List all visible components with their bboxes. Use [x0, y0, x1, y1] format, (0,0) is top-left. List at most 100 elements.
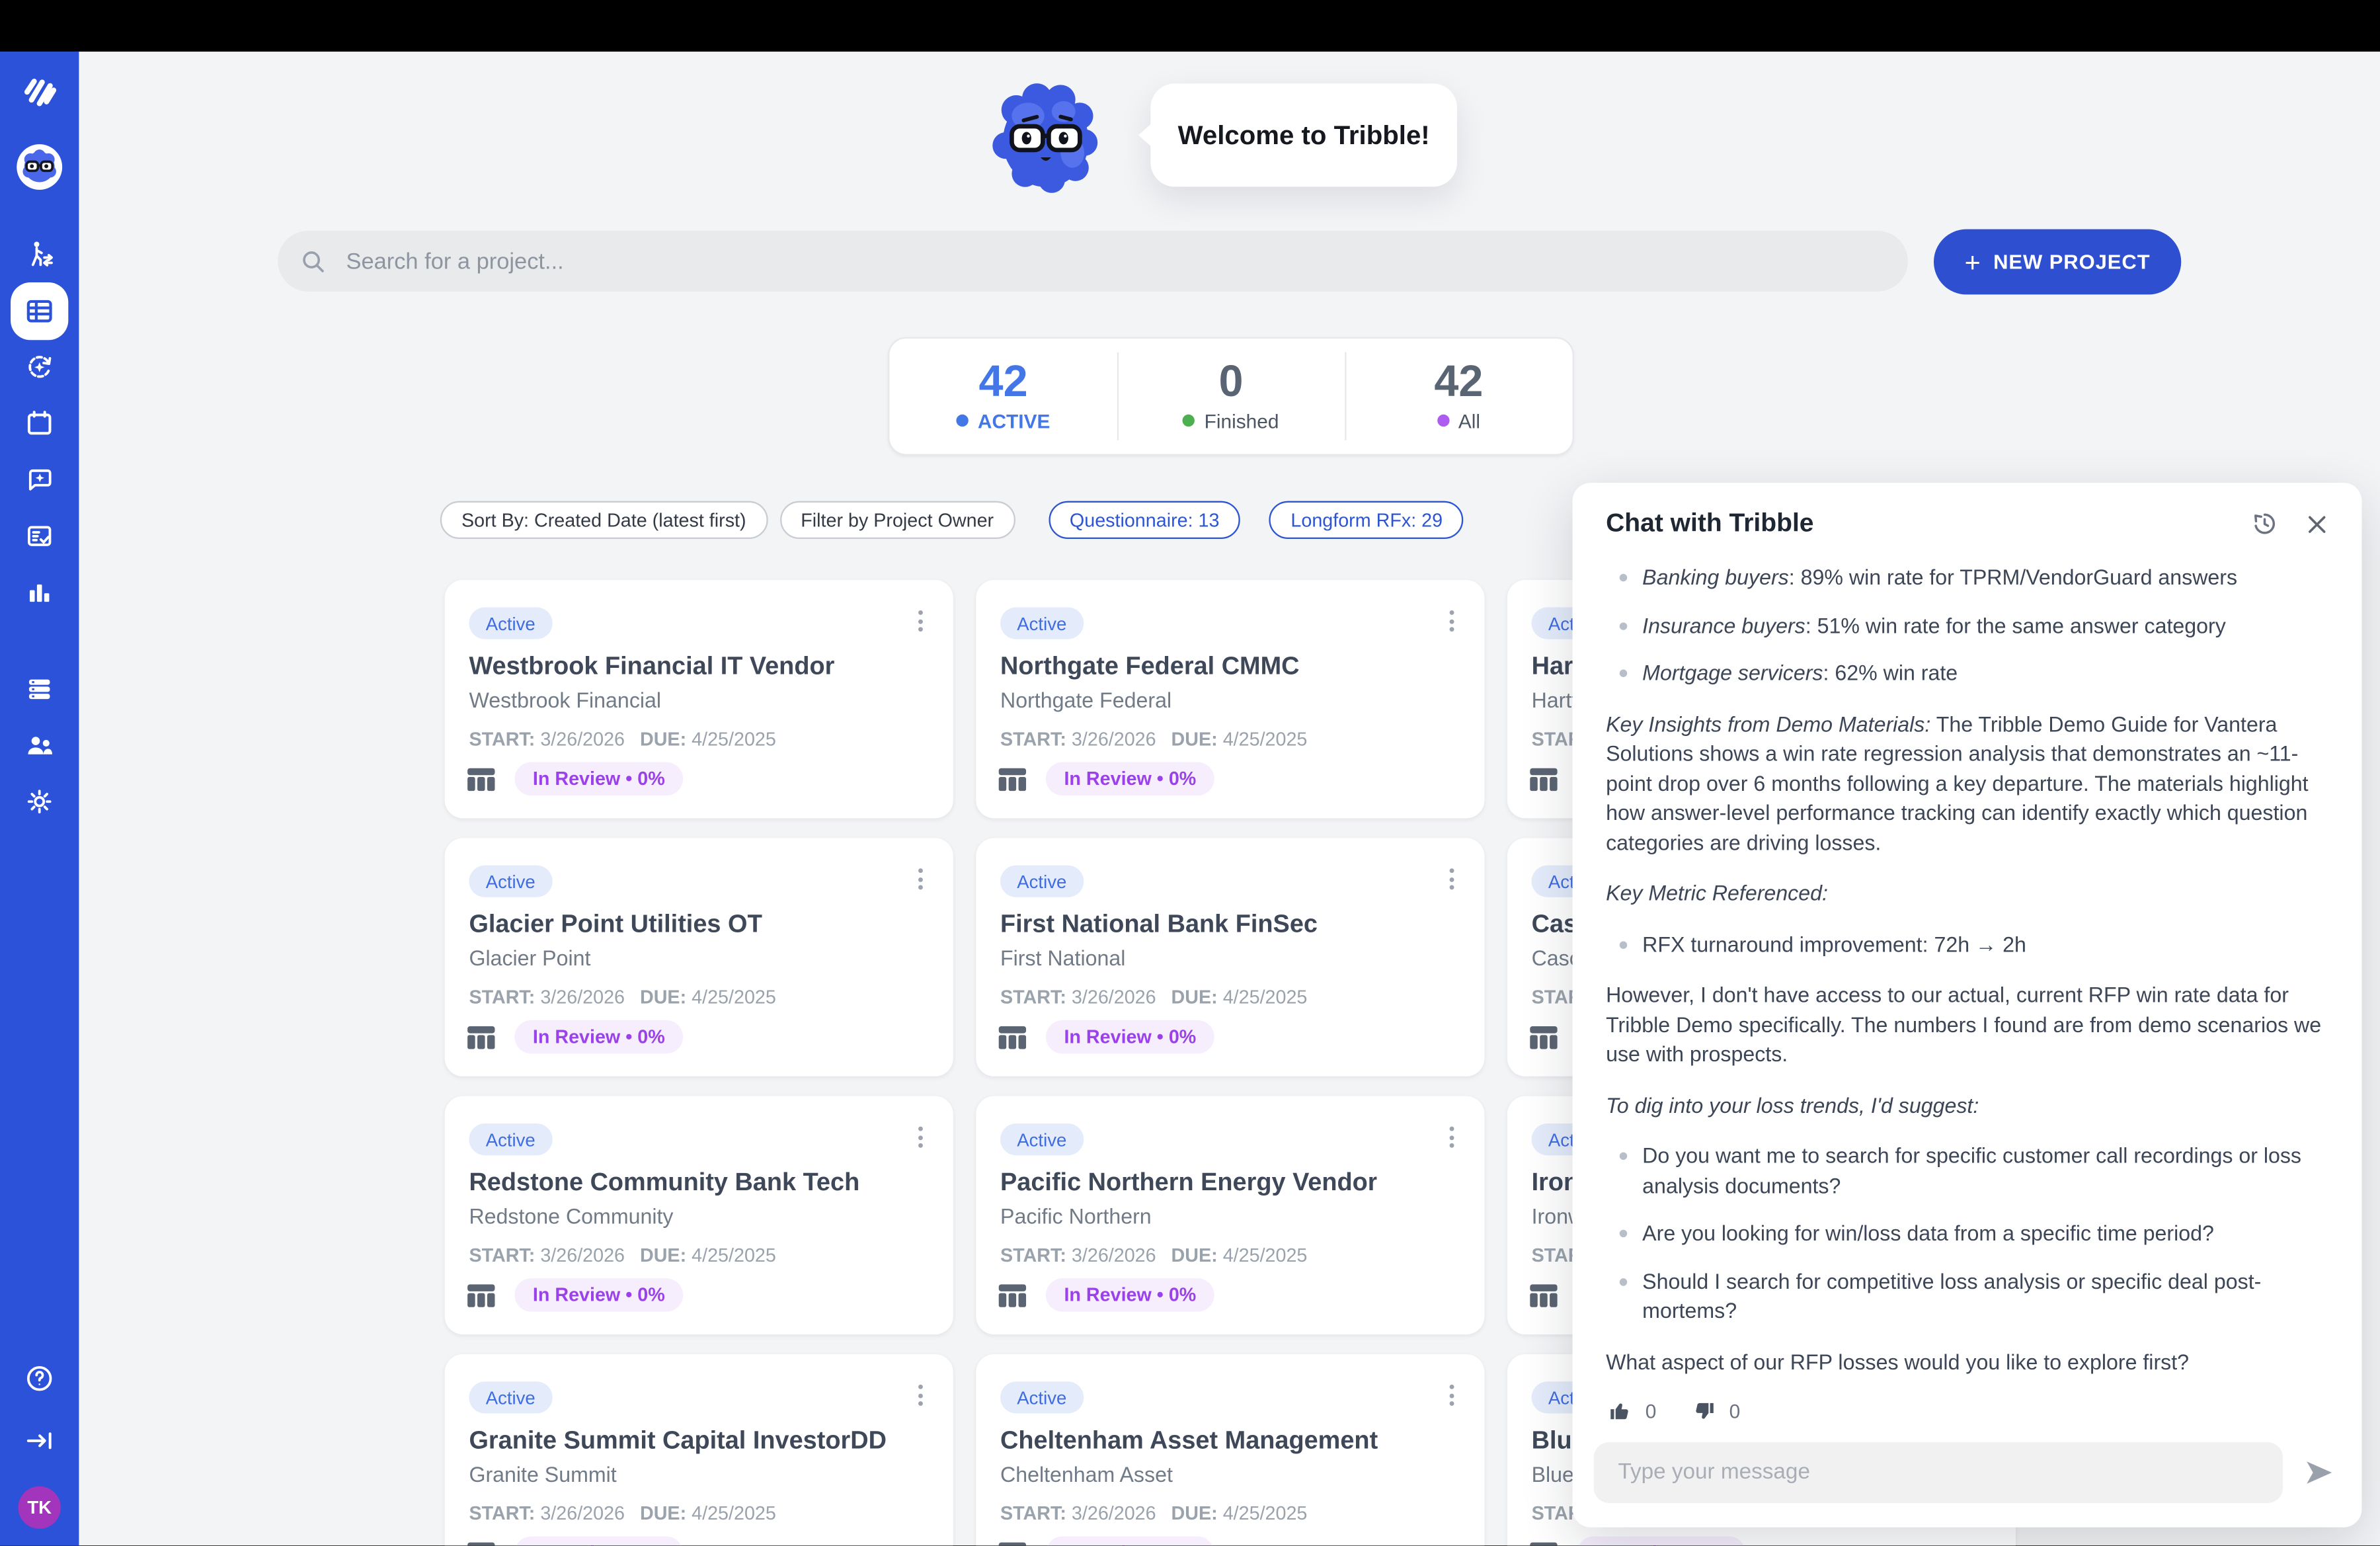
sidebar-item-chat-sparkle-icon[interactable] — [22, 463, 56, 497]
card-footer: In Review • 0% — [997, 762, 1214, 796]
project-title: Northgate Federal CMMC — [1000, 653, 1300, 682]
chat-bullet: Should I search for competitive loss ana… — [1606, 1267, 2322, 1326]
sidebar-item-gear-icon[interactable] — [22, 785, 56, 819]
stat-finished-label: Finished — [1183, 409, 1279, 432]
card-footer: In Review • 0% — [1528, 1536, 1745, 1545]
kebab-menu-icon[interactable] — [904, 1120, 935, 1154]
card-footer: In Review • 0% — [997, 1536, 1214, 1545]
help-icon[interactable] — [22, 1362, 56, 1396]
project-card[interactable]: Active Granite Summit Capital InvestorDD… — [445, 1354, 953, 1546]
project-card[interactable]: Active Redstone Community Bank Tech Reds… — [445, 1096, 953, 1334]
table-icon — [466, 1282, 496, 1308]
project-title: Pacific Northern Energy Vendor — [1000, 1169, 1378, 1198]
chat-bullet: Do you want me to search for specific cu… — [1606, 1142, 2322, 1201]
kebab-menu-icon[interactable] — [904, 1379, 935, 1412]
sidebar: TK — [0, 52, 79, 1546]
logout-icon[interactable] — [22, 1424, 56, 1458]
sidebar-item-handoff-walk-icon[interactable] — [22, 238, 56, 272]
table-icon — [997, 1540, 1027, 1546]
status-badge: Active — [1000, 1381, 1084, 1413]
project-subtitle: Westbrook Financial — [469, 688, 661, 712]
questionnaire-chip[interactable]: Questionnaire: 13 — [1049, 501, 1241, 539]
sidebar-nav — [11, 238, 68, 818]
table-icon — [997, 766, 1027, 792]
longform-rfx-chip[interactable]: Longform RFx: 29 — [1269, 501, 1464, 539]
card-footer: In Review • 0% — [997, 1278, 1214, 1312]
project-card[interactable]: Active Glacier Point Utilities OT Glacie… — [445, 838, 953, 1076]
project-title: Glacier Point Utilities OT — [469, 911, 762, 940]
chat-bullet: RFX turnaround improvement: 72h → 2h — [1606, 930, 2322, 959]
kebab-menu-icon[interactable] — [904, 862, 935, 896]
sidebar-item-server-stack-icon[interactable] — [22, 672, 56, 706]
project-dates: START: 3/26/2026DUE: 4/25/2025 — [1000, 1245, 1307, 1266]
user-avatar[interactable]: TK — [19, 1486, 61, 1529]
sidebar-item-sync-sparkle-icon[interactable] — [22, 350, 56, 384]
sidebar-item-doc-check-icon[interactable] — [22, 519, 56, 553]
project-dates: START: 3/26/2026DUE: 4/25/2025 — [469, 1245, 775, 1266]
thumbs-up-count: 0 — [1646, 1399, 1657, 1422]
send-button[interactable] — [2301, 1454, 2338, 1490]
table-icon — [1528, 1282, 1559, 1308]
kebab-menu-icon[interactable] — [1436, 862, 1466, 896]
project-dates: START: 3/26/2026DUE: 4/25/2025 — [469, 987, 775, 1008]
review-status-pill: In Review • 0% — [514, 1020, 683, 1054]
thumbs-down-icon[interactable] — [1690, 1397, 1717, 1424]
stat-all-label: All — [1437, 409, 1480, 432]
plus-icon: + — [1965, 248, 1981, 275]
finished-dot — [1183, 415, 1195, 427]
project-dates: START: 3/26/2026DUE: 4/25/2025 — [1000, 987, 1307, 1008]
sidebar-bottom: TK — [19, 1362, 61, 1529]
stat-all[interactable]: 42 All — [1345, 339, 1572, 454]
card-footer: In Review • 0% — [997, 1020, 1214, 1054]
chat-bullet: Banking buyers: 89% win rate for TPRM/Ve… — [1606, 563, 2322, 593]
sidebar-item-bar-chart-icon[interactable] — [22, 575, 56, 609]
card-footer: In Review • 0% — [466, 762, 683, 796]
project-title: Westbrook Financial IT Vendor — [469, 653, 834, 682]
kebab-menu-icon[interactable] — [1436, 604, 1466, 638]
sort-by-chip[interactable]: Sort By: Created Date (latest first) — [440, 501, 768, 539]
status-badge: Active — [469, 1123, 552, 1155]
kebab-menu-icon[interactable] — [904, 604, 935, 638]
project-card[interactable]: Active First National Bank FinSec First … — [976, 838, 1484, 1076]
status-badge: Active — [1000, 607, 1084, 639]
sidebar-item-people-icon[interactable] — [22, 729, 56, 762]
send-icon — [2303, 1456, 2336, 1490]
history-icon[interactable] — [2250, 509, 2280, 539]
project-card[interactable]: Active Northgate Federal CMMC Northgate … — [976, 580, 1484, 818]
review-status-pill: In Review • 0% — [514, 762, 683, 796]
review-status-pill: In Review • 0% — [1046, 1020, 1214, 1054]
search-icon — [299, 247, 328, 276]
sidebar-item-calendar-icon[interactable] — [22, 407, 56, 440]
kebab-menu-icon[interactable] — [1436, 1379, 1466, 1412]
stat-finished[interactable]: 0 Finished — [1117, 339, 1345, 454]
stat-active-label: ACTIVE — [957, 409, 1051, 432]
card-footer: In Review • 0% — [466, 1020, 683, 1054]
chat-message-input[interactable] — [1594, 1442, 2283, 1503]
close-icon[interactable] — [2301, 509, 2332, 539]
welcome-text: Welcome to Tribble! — [1178, 119, 1430, 151]
project-subtitle: Cheltenham Asset — [1000, 1462, 1173, 1486]
thumbs-up-icon[interactable] — [1606, 1397, 1633, 1424]
sidebar-item-projects-table-icon[interactable] — [11, 282, 68, 340]
mascot-avatar-icon[interactable] — [17, 144, 62, 190]
project-card[interactable]: Active Westbrook Financial IT Vendor Wes… — [445, 580, 953, 818]
review-status-pill: In Review • 0% — [1046, 762, 1214, 796]
project-subtitle: First National — [1000, 946, 1125, 970]
new-project-button[interactable]: + NEW PROJECT — [1934, 229, 2181, 295]
project-subtitle: Redstone Community — [469, 1204, 673, 1229]
filter-owner-chip[interactable]: Filter by Project Owner — [779, 501, 1015, 539]
project-card[interactable]: Active Pacific Northern Energy Vendor Pa… — [976, 1096, 1484, 1334]
chat-feedback-row: 0 0 — [1573, 1397, 2362, 1439]
kebab-menu-icon[interactable] — [1436, 1120, 1466, 1154]
table-icon — [997, 1024, 1027, 1050]
stat-active[interactable]: 42 ACTIVE — [889, 339, 1117, 454]
search-input[interactable] — [328, 248, 1908, 274]
tribble-logo-icon — [19, 70, 61, 112]
project-card[interactable]: Active Cheltenham Asset Management Chelt… — [976, 1354, 1484, 1546]
project-dates: START: 3/26/2026DUE: 4/25/2025 — [1000, 1503, 1307, 1524]
project-search — [278, 231, 1908, 292]
bullet-dot — [1620, 1230, 1627, 1237]
status-badge: Active — [1000, 1123, 1084, 1155]
project-subtitle: Pacific Northern — [1000, 1204, 1152, 1229]
screen: TK Welcome to Tribble! — [0, 0, 2380, 1546]
